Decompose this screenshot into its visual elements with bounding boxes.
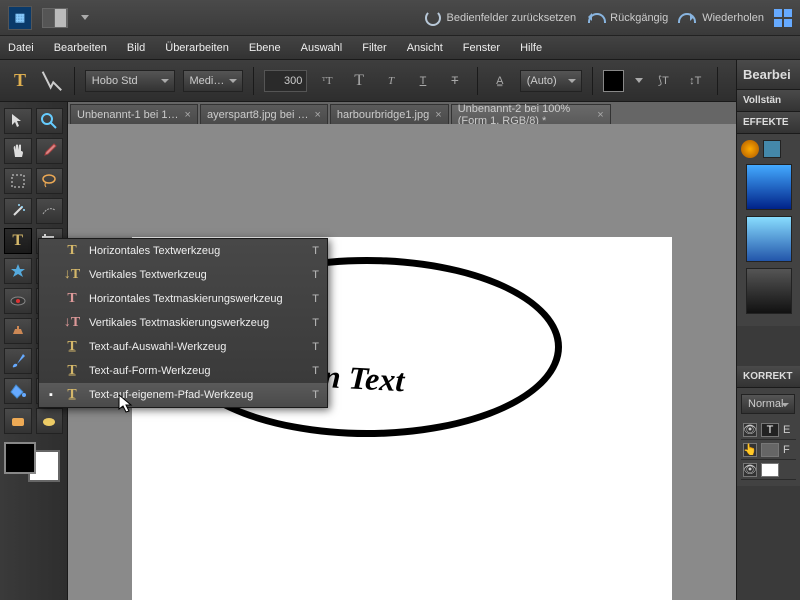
menu-view[interactable]: Ansicht [407,42,443,54]
effect-thumb[interactable] [746,268,792,314]
close-icon[interactable]: × [597,109,603,121]
clone-stamp-tool[interactable] [4,318,32,344]
effects-panel [737,134,800,326]
layer-style-icon[interactable] [763,140,781,158]
current-tool-icon: T [8,69,32,93]
filter-category-icon[interactable] [741,140,759,158]
warp-text-button[interactable]: ⟆T [651,69,675,93]
faux-bold-button[interactable]: T [347,69,371,93]
leading-icon: A͇ [488,69,512,93]
magic-wand-tool[interactable] [4,198,32,224]
layer-row[interactable]: 👁TE [741,420,796,440]
document-tab-active[interactable]: Unbenannt-2 bei 100% (Form 1, RGB/8) *× [451,104,611,124]
effect-thumb[interactable] [746,216,792,262]
right-panels: Bearbei Vollstän EFFEKTE KORREKT Normal … [736,60,800,600]
reset-panels-label: Bedienfelder zurücksetzen [447,12,577,24]
move-tool[interactable] [4,108,32,134]
workspace-toggle[interactable] [42,8,68,28]
font-family-select[interactable]: Hobo Std [85,70,175,92]
workspace-dropdown[interactable] [81,15,89,20]
quick-selection-tool[interactable] [36,198,64,224]
foreground-color[interactable] [4,442,36,474]
text-color-swatch[interactable] [603,70,625,92]
text-color-dropdown[interactable] [635,78,643,83]
menu-edit[interactable]: Bearbeiten [54,42,107,54]
tool-preset-picker[interactable] [40,69,64,93]
paint-bucket-tool[interactable] [4,378,32,404]
options-bar: T Hobo Std Medi… 300 ᵀT T T T T A͇ (Auto… [0,60,800,102]
redo-label: Wiederholen [702,12,764,24]
visibility-icon[interactable]: 👁 [743,463,757,477]
panel-tab-edit[interactable]: Bearbei [737,60,800,90]
flyout-item-text-on-custom-path[interactable]: ▪T̲Text-auf-eigenem-Pfad-WerkzeugT [39,383,327,407]
grid-icon[interactable] [774,9,792,27]
panel-tab-effects[interactable]: EFFEKTE [737,112,800,134]
font-size-input[interactable]: 300 [264,70,308,92]
undo-button[interactable]: Rückgängig [586,12,668,24]
effect-thumb[interactable] [746,164,792,210]
menu-bar: Datei Bearbeiten Bild Überarbeiten Ebene… [0,36,800,60]
reset-panels-button[interactable]: Bedienfelder zurücksetzen [425,10,577,26]
flyout-item-vertical-mask[interactable]: ↓TVertikales TextmaskierungswerkzeugT [39,311,327,335]
marquee-tool[interactable] [4,168,32,194]
document-tab-bar: Unbenannt-1 bei 1…× ayerspart8.jpg bei …… [0,102,800,124]
faux-italic-button[interactable]: T [379,69,403,93]
visibility-icon[interactable]: 👁 [743,423,757,437]
menu-help[interactable]: Hilfe [520,42,542,54]
document-tab[interactable]: harbourbridge1.jpg× [330,104,449,124]
redo-icon [678,13,696,23]
close-icon[interactable]: × [314,109,320,121]
underline-button[interactable]: T [411,69,435,93]
eyedropper-tool[interactable] [36,138,64,164]
flyout-item-horizontal-mask[interactable]: THorizontales TextmaskierungswerkzeugT [39,287,327,311]
panel-tab-corrections[interactable]: KORREKT [737,366,800,388]
font-style-select[interactable]: Medi… [183,70,243,92]
lasso-tool[interactable] [36,168,64,194]
menu-file[interactable]: Datei [8,42,34,54]
menu-image[interactable]: Bild [127,42,145,54]
menu-window[interactable]: Fenster [463,42,500,54]
visibility-icon[interactable]: 👆 [743,443,757,457]
flyout-item-text-on-shape[interactable]: T̲Text-auf-Form-WerkzeugT [39,359,327,383]
close-icon[interactable]: × [185,109,191,121]
layers-panel: Normal 👁TE 👆F 👁 [737,388,800,486]
title-bar: ▦ Bedienfelder zurücksetzen Rückgängig W… [0,0,800,36]
font-size-icon: ᵀT [315,69,339,93]
type-tool[interactable]: T [4,228,32,254]
blend-mode-select[interactable]: Normal [741,394,795,414]
redo-button[interactable]: Wiederholen [678,12,764,24]
document-tab[interactable]: ayerspart8.jpg bei …× [200,104,328,124]
undo-label: Rückgängig [610,12,668,24]
app-icon: ▦ [8,6,32,30]
cookie-cutter-tool[interactable] [4,258,32,284]
menu-select[interactable]: Auswahl [301,42,343,54]
brush-tool[interactable] [4,348,32,374]
color-swatch[interactable] [4,442,60,482]
refresh-icon [425,10,441,26]
menu-enhance[interactable]: Überarbeiten [165,42,229,54]
hand-tool[interactable] [4,138,32,164]
undo-icon [586,13,604,23]
sponge-tool[interactable] [36,408,64,434]
menu-layer[interactable]: Ebene [249,42,281,54]
red-eye-tool[interactable] [4,288,32,314]
close-icon[interactable]: × [435,109,441,121]
flyout-item-vertical-type[interactable]: ↓TVertikales TextwerkzeugT [39,263,327,287]
shape-tool[interactable] [4,408,32,434]
layer-row[interactable]: 👆F [741,440,796,460]
panel-tab-full[interactable]: Vollstän [737,90,800,112]
zoom-tool[interactable] [36,108,64,134]
leading-select[interactable]: (Auto) [520,70,582,92]
type-tool-flyout: THorizontales TextwerkzeugT ↓TVertikales… [38,238,328,408]
document-tab[interactable]: Unbenannt-1 bei 1…× [70,104,198,124]
layer-row[interactable]: 👁 [741,460,796,480]
text-orientation-button[interactable]: ↕T [683,69,707,93]
flyout-item-text-on-selection[interactable]: T̲Text-auf-Auswahl-WerkzeugT [39,335,327,359]
menu-filter[interactable]: Filter [362,42,386,54]
flyout-item-horizontal-type[interactable]: THorizontales TextwerkzeugT [39,239,327,263]
strikethrough-button[interactable]: T [443,69,467,93]
